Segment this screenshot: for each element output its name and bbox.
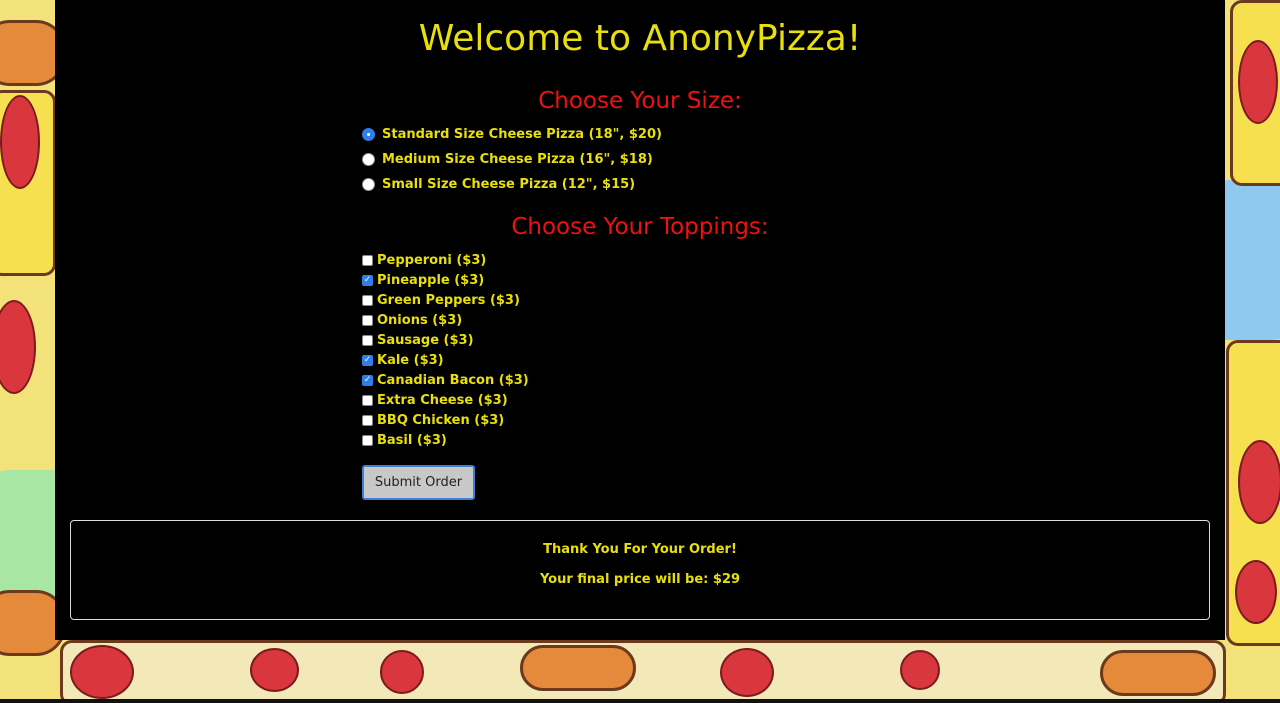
topping-label: Sausage ($3)	[377, 333, 474, 348]
topping-basil[interactable]: Basil ($3)	[362, 433, 447, 448]
topping-label: Pepperoni ($3)	[377, 253, 487, 268]
size-option-label: Medium Size Cheese Pizza (16", $18)	[382, 152, 653, 167]
checkbox-pineapple[interactable]: ✓	[362, 275, 373, 286]
checkbox-extra-cheese[interactable]	[362, 395, 373, 406]
order-confirmation: Thank You For Your Order! Your final pri…	[70, 520, 1210, 620]
size-option-label: Small Size Cheese Pizza (12", $15)	[382, 177, 636, 192]
topping-label: Pineapple ($3)	[377, 273, 485, 288]
checkbox-pepperoni[interactable]	[362, 255, 373, 266]
radio-medium[interactable]	[362, 153, 375, 166]
thanks-message: Thank You For Your Order!	[543, 542, 737, 557]
checkbox-sausage[interactable]	[362, 335, 373, 346]
topping-canadian-bacon[interactable]: ✓ Canadian Bacon ($3)	[362, 373, 529, 388]
topping-kale[interactable]: ✓ Kale ($3)	[362, 353, 444, 368]
topping-label: Canadian Bacon ($3)	[377, 373, 529, 388]
size-option-label: Standard Size Cheese Pizza (18", $20)	[382, 127, 662, 142]
size-option-standard[interactable]: Standard Size Cheese Pizza (18", $20)	[362, 127, 662, 142]
topping-onions[interactable]: Onions ($3)	[362, 313, 462, 328]
topping-extra-cheese[interactable]: Extra Cheese ($3)	[362, 393, 508, 408]
final-price: Your final price will be: $29	[539, 572, 741, 587]
checkbox-kale[interactable]: ✓	[362, 355, 373, 366]
topping-sausage[interactable]: Sausage ($3)	[362, 333, 474, 348]
checkbox-canadian-bacon[interactable]: ✓	[362, 375, 373, 386]
order-panel: Welcome to AnonyPizza! Choose Your Size:…	[55, 0, 1225, 640]
checkbox-bbq-chicken[interactable]	[362, 415, 373, 426]
topping-label: Basil ($3)	[377, 433, 447, 448]
topping-label: Green Peppers ($3)	[377, 293, 520, 308]
topping-pepperoni[interactable]: Pepperoni ($3)	[362, 253, 486, 268]
topping-label: Onions ($3)	[377, 313, 463, 328]
bottom-border	[0, 699, 1280, 703]
toppings-heading: Choose Your Toppings:	[511, 214, 769, 240]
radio-standard[interactable]	[362, 128, 375, 141]
topping-label: Extra Cheese ($3)	[377, 393, 508, 408]
topping-pineapple[interactable]: ✓ Pineapple ($3)	[362, 273, 484, 288]
size-option-small[interactable]: Small Size Cheese Pizza (12", $15)	[362, 177, 635, 192]
checkbox-green-peppers[interactable]	[362, 295, 373, 306]
topping-green-peppers[interactable]: Green Peppers ($3)	[362, 293, 520, 308]
size-option-medium[interactable]: Medium Size Cheese Pizza (16", $18)	[362, 152, 653, 167]
checkbox-onions[interactable]	[362, 315, 373, 326]
topping-label: Kale ($3)	[377, 353, 444, 368]
topping-bbq-chicken[interactable]: BBQ Chicken ($3)	[362, 413, 504, 428]
checkbox-basil[interactable]	[362, 435, 373, 446]
size-heading: Choose Your Size:	[538, 88, 742, 114]
radio-small[interactable]	[362, 178, 375, 191]
submit-order-button[interactable]: Submit Order	[362, 465, 475, 500]
topping-label: BBQ Chicken ($3)	[377, 413, 505, 428]
page-title: Welcome to AnonyPizza!	[418, 18, 862, 59]
